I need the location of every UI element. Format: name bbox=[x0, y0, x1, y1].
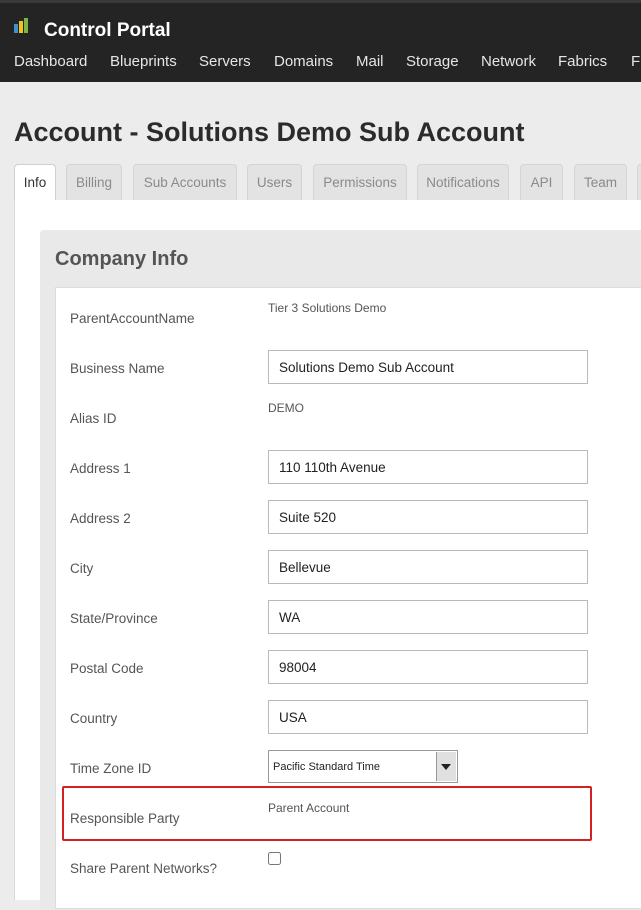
share-parent-networks-checkbox[interactable] bbox=[268, 852, 281, 865]
label-postal-code: Postal Code bbox=[70, 661, 144, 676]
label-country: Country bbox=[70, 711, 118, 726]
state-province-input[interactable] bbox=[268, 600, 588, 634]
nav-blueprints[interactable]: Blueprints bbox=[110, 53, 177, 70]
section-title-company-info: Company Info bbox=[55, 248, 189, 270]
time-zone-selected-value: Pacific Standard Time bbox=[273, 761, 380, 773]
value-responsible-party: Parent Account bbox=[268, 801, 350, 815]
tab-info[interactable]: Info bbox=[14, 164, 56, 204]
nav-domains[interactable]: Domains bbox=[274, 53, 333, 70]
tab-cut-off[interactable] bbox=[637, 164, 641, 200]
bar-chart-logo-icon bbox=[14, 16, 34, 36]
label-responsible-party: Responsible Party bbox=[70, 811, 180, 826]
label-city: City bbox=[70, 561, 94, 576]
label-state-province: State/Province bbox=[70, 611, 158, 626]
address-2-input[interactable] bbox=[268, 500, 588, 534]
address-1-input[interactable] bbox=[268, 450, 588, 484]
value-alias-id: DEMO bbox=[268, 401, 304, 415]
label-parent-account-name: ParentAccountName bbox=[70, 311, 195, 326]
main-nav: Dashboard Blueprints Servers Domains Mai… bbox=[0, 53, 641, 77]
label-time-zone-id: Time Zone ID bbox=[70, 761, 152, 776]
nav-fabrics[interactable]: Fabrics bbox=[558, 53, 607, 70]
nav-dashboard[interactable]: Dashboard bbox=[14, 53, 87, 70]
tab-users[interactable]: Users bbox=[247, 164, 302, 200]
label-alias-id: Alias ID bbox=[70, 411, 117, 426]
triangle-down-icon bbox=[441, 764, 451, 770]
postal-code-input[interactable] bbox=[268, 650, 588, 684]
nav-mail[interactable]: Mail bbox=[356, 53, 384, 70]
tab-notifications[interactable]: Notifications bbox=[417, 164, 509, 200]
app-title[interactable]: Control Portal bbox=[44, 20, 171, 42]
tab-team[interactable]: Team bbox=[574, 164, 627, 200]
nav-storage[interactable]: Storage bbox=[406, 53, 459, 70]
label-address-2: Address 2 bbox=[70, 511, 131, 526]
nav-network[interactable]: Network bbox=[481, 53, 536, 70]
top-bar: Control Portal Dashboard Blueprints Serv… bbox=[0, 0, 641, 82]
page-title: Account - Solutions Demo Sub Account bbox=[14, 117, 525, 147]
time-zone-select[interactable]: Pacific Standard Time bbox=[268, 750, 458, 783]
label-share-parent-networks: Share Parent Networks? bbox=[70, 861, 218, 876]
nav-servers[interactable]: Servers bbox=[199, 53, 251, 70]
value-parent-account-name: Tier 3 Solutions Demo bbox=[268, 301, 387, 315]
label-business-name: Business Name bbox=[70, 361, 165, 376]
nav-more-cut[interactable]: F bbox=[631, 53, 640, 70]
tab-sub-accounts[interactable]: Sub Accounts bbox=[133, 164, 237, 200]
business-name-input[interactable] bbox=[268, 350, 588, 384]
country-input[interactable] bbox=[268, 700, 588, 734]
city-input[interactable] bbox=[268, 550, 588, 584]
label-address-1: Address 1 bbox=[70, 461, 131, 476]
select-dropdown-button[interactable] bbox=[436, 752, 456, 781]
tab-permissions[interactable]: Permissions bbox=[313, 164, 407, 200]
tab-billing[interactable]: Billing bbox=[66, 164, 122, 200]
tab-api[interactable]: API bbox=[520, 164, 563, 200]
tab-bar: Info Billing Sub Accounts Users Permissi… bbox=[0, 164, 641, 204]
